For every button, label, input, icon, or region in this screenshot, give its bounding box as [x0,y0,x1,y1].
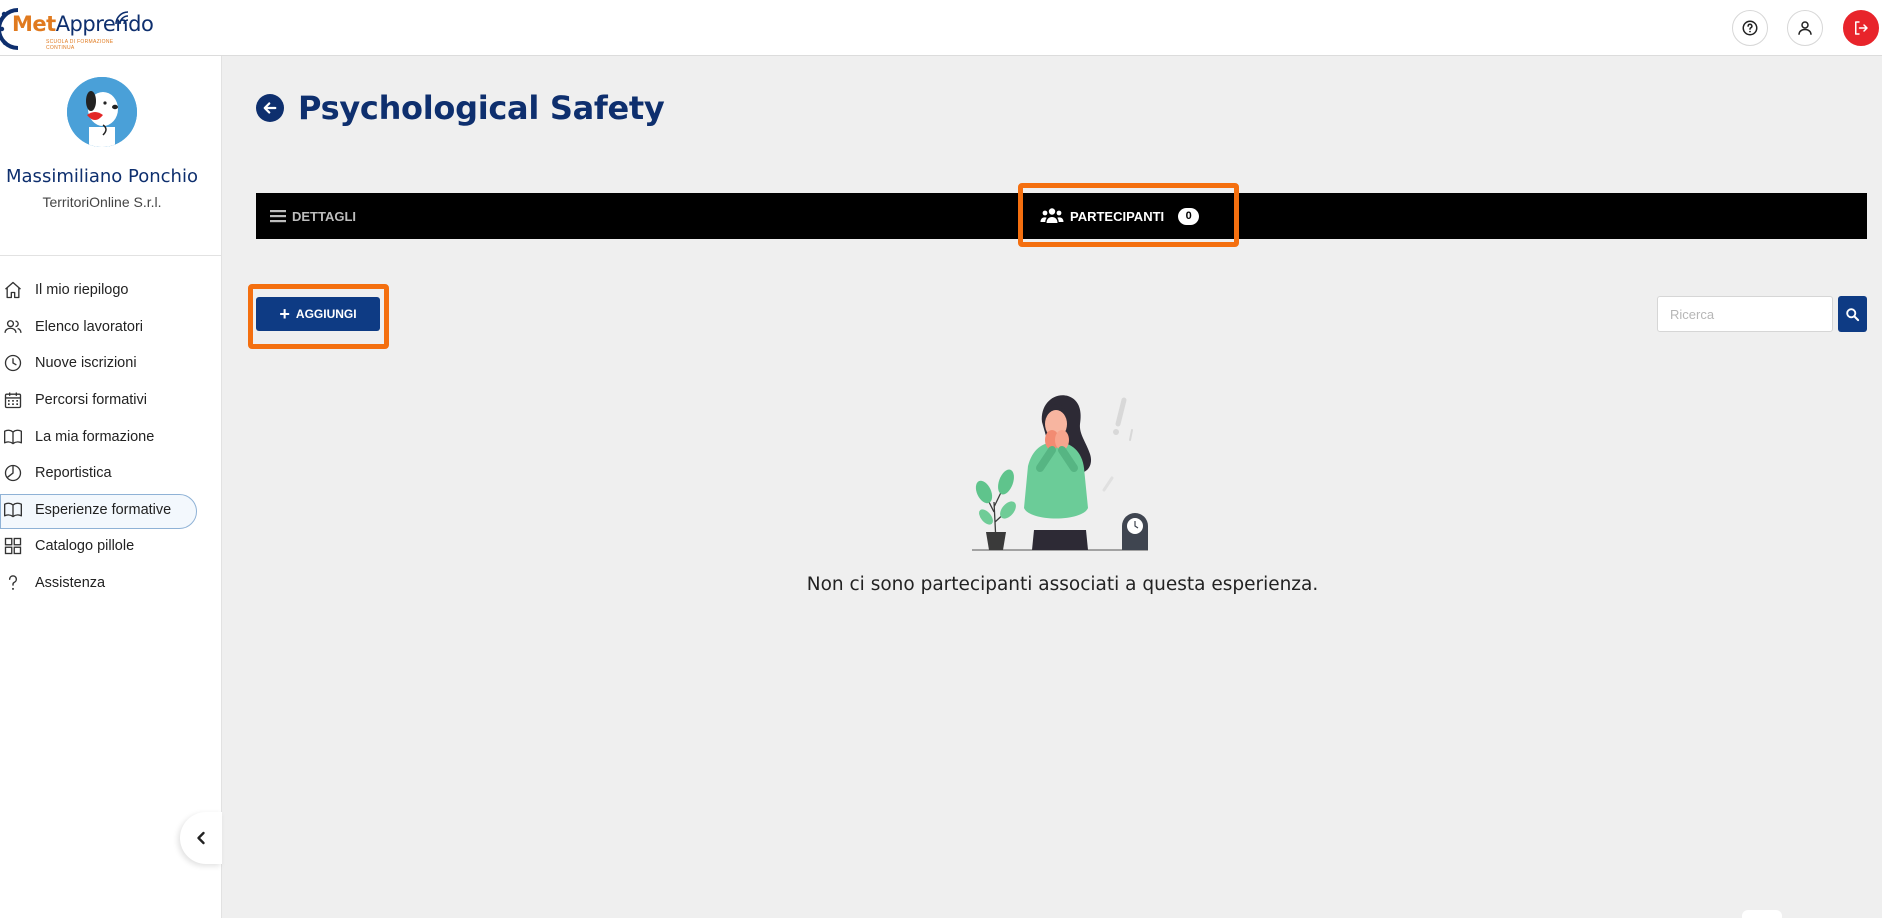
add-button-label: AGGIUNGI [295,307,357,321]
back-button[interactable] [256,94,284,122]
avatar-snoopy-image [67,77,137,147]
tab-dettagli[interactable]: DETTAGLI [270,193,356,239]
pie-chart-icon [4,465,22,482]
page-title: Psychological Safety [298,89,665,127]
menu-bars-icon [270,210,286,223]
user-company: TerritoriOnline S.r.l. [42,194,162,210]
sidebar-menu: Il mio riepilogo Elenco lavoratori Nuove… [0,272,222,601]
sidebar-item-label: Elenco lavoratori [35,318,143,335]
clock-icon [4,355,22,372]
logout-icon [1855,21,1868,35]
avatar[interactable] [67,77,137,147]
tab-bar: DETTAGLI PARTECIPANTI 0 [256,193,1867,239]
sidebar-item-label: Assistenza [35,575,106,592]
sidebar-item-percorsi[interactable]: Percorsi formativi [0,382,222,419]
book-icon [4,429,23,445]
sidebar-item-label: Il mio riepilogo [35,282,129,299]
sidebar-item-label: Nuove iscrizioni [35,355,137,372]
sidebar-item-label: La mia formazione [35,428,155,445]
page-header: Psychological Safety [256,88,665,128]
sidebar-item-label: Reportistica [35,465,112,482]
user-icon [1798,21,1812,35]
sidebar-divider [0,255,222,256]
search-button[interactable] [1838,296,1867,332]
sidebar-item-iscrizioni[interactable]: Nuove iscrizioni [0,345,222,382]
tab-partecipanti[interactable]: PARTECIPANTI 0 [1040,193,1200,239]
help-button[interactable] [1732,10,1768,46]
logout-button[interactable] [1843,10,1879,46]
sidebar-item-formazione[interactable]: La mia formazione [0,418,222,455]
sidebar-item-pillole[interactable]: Catalogo pillole [0,528,222,565]
sidebar-item-label: Percorsi formativi [35,392,147,409]
corner-element [1742,910,1782,918]
search-input[interactable] [1657,296,1833,332]
sidebar-item-esperienze[interactable]: Esperienze formative [0,492,222,529]
sidebar-item-reportistica[interactable]: Reportistica [0,455,222,492]
grid-icon [4,538,22,555]
sidebar-item-label: Esperienze formative [35,501,172,518]
arrow-left-icon [263,102,277,114]
empty-state-message: Non ci sono partecipanti associati a que… [806,574,1319,595]
add-participant-button[interactable]: + AGGIUNGI [256,297,380,331]
users-icon [4,319,22,333]
users-group-icon [1040,208,1064,223]
empty-state-illustration [972,395,1148,551]
app-logo[interactable]: MetApprendo SCUOLA DI FORMAZIONE CONTINU… [0,4,154,52]
user-profile-button[interactable] [1787,10,1823,46]
logo-tagline: SCUOLA DI FORMAZIONE CONTINUA [46,39,114,51]
user-name: Massimiliano Ponchio [6,166,198,187]
home-icon [5,282,21,299]
book-open-icon [4,502,23,518]
sidebar: Massimiliano Ponchio TerritoriOnline S.r… [0,56,222,918]
top-bar: MetApprendo SCUOLA DI FORMAZIONE CONTINU… [0,0,1882,56]
tab-dettagli-label: DETTAGLI [292,208,357,224]
tab-partecipanti-label: PARTECIPANTI [1070,208,1165,224]
help-icon [1742,20,1758,36]
participants-count-badge: 0 [1178,207,1200,225]
chevron-left-icon [197,831,205,845]
plus-icon: + [279,304,290,324]
question-icon [8,575,18,590]
sidebar-item-lavoratori[interactable]: Elenco lavoratori [0,309,222,346]
calendar-icon [4,392,22,409]
sidebar-item-label: Catalogo pillole [35,538,135,555]
search-icon [1846,307,1860,321]
sidebar-item-assistenza[interactable]: Assistenza [0,565,222,602]
sidebar-item-riepilogo[interactable]: Il mio riepilogo [0,272,222,309]
wifi-signal-icon [115,11,129,25]
sidebar-collapse-button[interactable] [180,812,222,864]
